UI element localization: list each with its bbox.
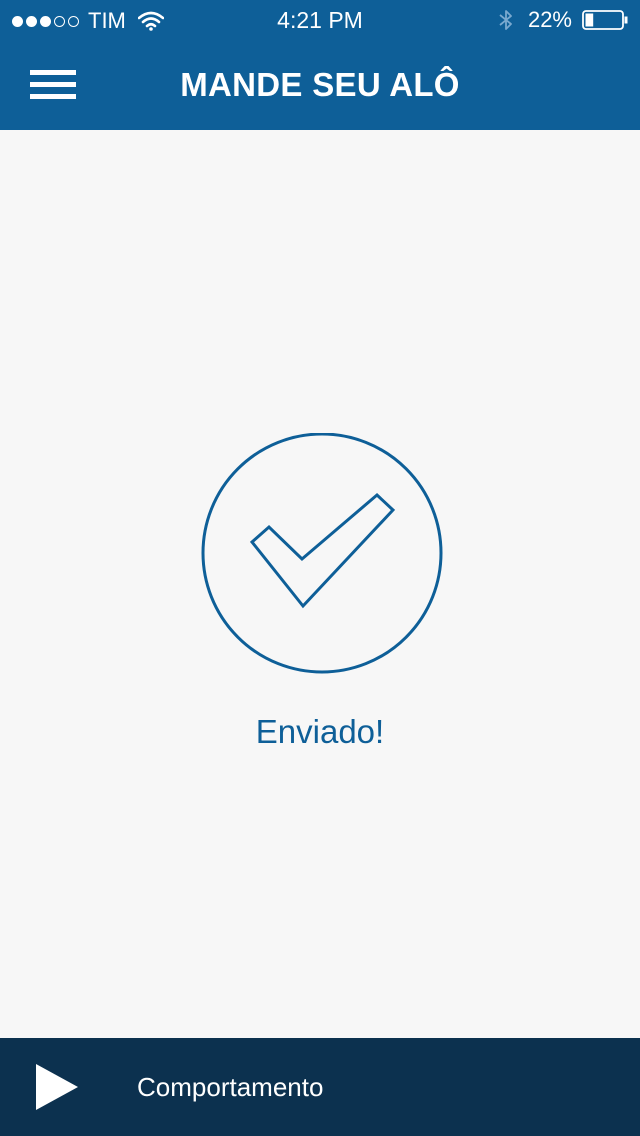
nav-bar: MANDE SEU ALÔ [0,40,640,130]
status-bar: TIM 4:21 PM 22% [0,0,640,40]
now-playing-title: Comportamento [137,1072,324,1102]
play-icon[interactable] [34,1062,80,1112]
bluetooth-icon [499,10,512,30]
success-message: Enviado! [255,713,385,750]
app-header: TIM 4:21 PM 22% MANDE SEU ALÔ [0,0,640,130]
page-title: MANDE SEU ALÔ [180,66,460,103]
checkmark-circle-icon [201,433,443,674]
battery-icon [582,10,628,30]
audio-player-bar: Comportamento [0,1038,640,1136]
status-right: 22% [498,7,628,33]
battery-percent: 22% [527,7,572,32]
